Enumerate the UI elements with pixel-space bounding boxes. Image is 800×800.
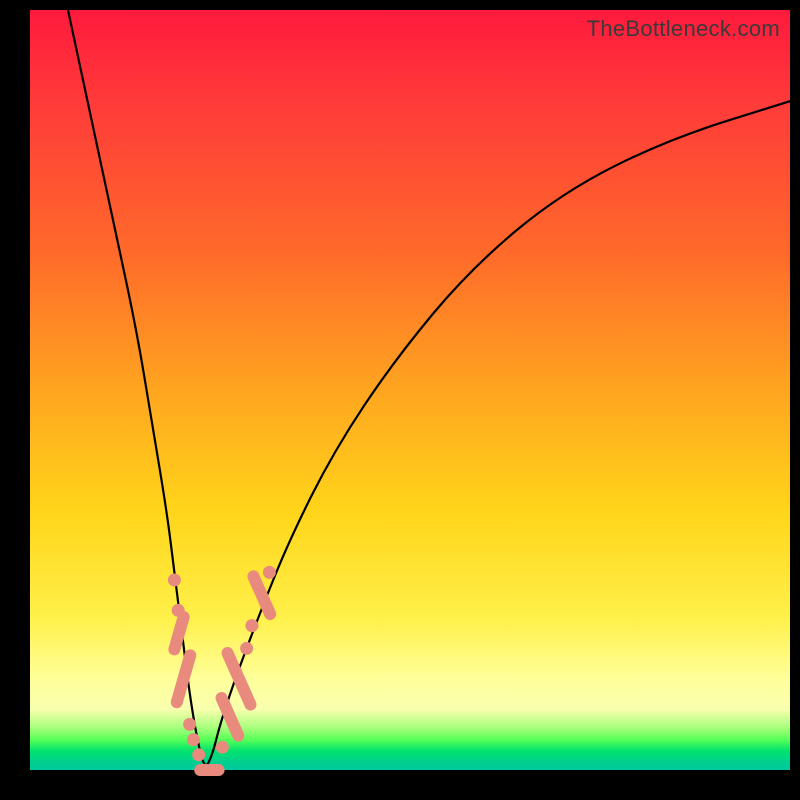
marker-group [167, 566, 278, 776]
marker-capsule [167, 610, 191, 657]
marker-dot [192, 748, 205, 761]
marker-dot [240, 642, 253, 655]
chart-frame: TheBottleneck.com [0, 0, 800, 800]
marker-capsule [203, 764, 224, 776]
marker-dot [168, 574, 181, 587]
marker-dot [187, 733, 200, 746]
marker-dot [183, 718, 196, 731]
marker-dot [216, 741, 229, 754]
marker-capsule [169, 648, 197, 710]
plot-area: TheBottleneck.com [30, 10, 790, 770]
marker-dot [245, 619, 258, 632]
marker-dot [263, 566, 276, 579]
bottleneck-curve-svg [30, 10, 790, 770]
